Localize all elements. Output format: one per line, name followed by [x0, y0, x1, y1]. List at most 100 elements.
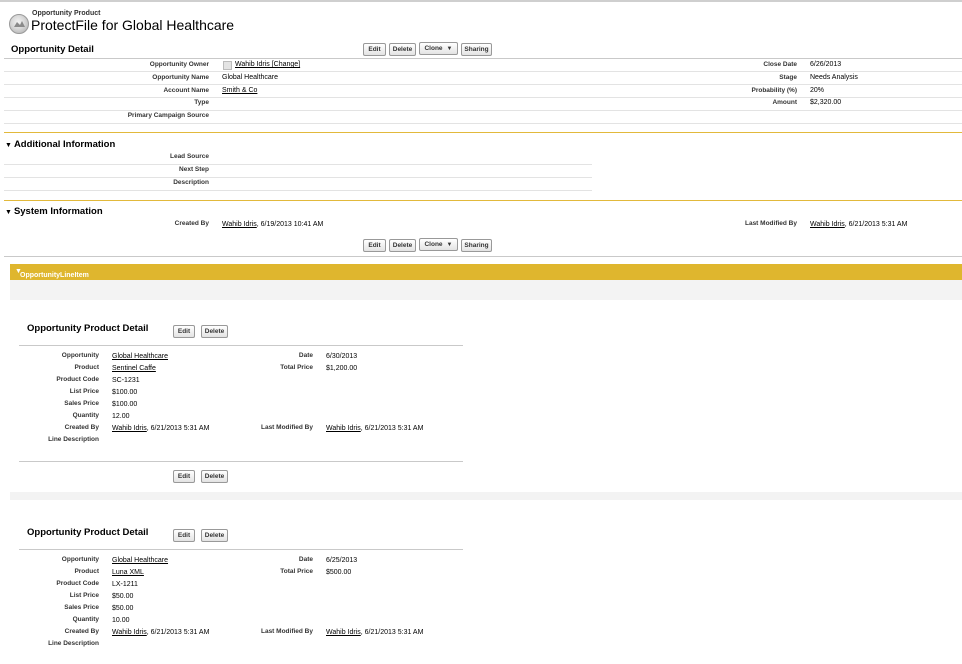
delete-button[interactable]: Delete — [201, 529, 228, 542]
total-price-label: Total Price — [280, 364, 313, 371]
row-divider — [4, 190, 592, 191]
quantity-label: Quantity — [72, 412, 99, 419]
list-price-value: $50.00 — [112, 593, 134, 600]
last-modified-by-value: Wahib Idris, 6/21/2013 5:31 AM — [326, 425, 423, 432]
owner-label: Opportunity Owner — [149, 61, 209, 68]
quantity-value: 12.00 — [112, 413, 130, 420]
date-label: Date — [298, 352, 313, 359]
system-information-header[interactable]: ▼ System Information — [5, 206, 103, 217]
edit-button[interactable]: Edit — [363, 43, 386, 56]
total-price-label: Total Price — [280, 568, 313, 575]
modified-by-date: , 6/21/2013 5:31 AM — [360, 629, 424, 636]
chevron-down-icon: ▼ — [446, 241, 453, 248]
opportunity-product-icon — [9, 14, 29, 34]
edit-button-bottom[interactable]: Edit — [173, 470, 195, 483]
sales-price-value: $50.00 — [112, 605, 134, 612]
sales-price-label: Sales Price — [64, 604, 99, 611]
delete-button[interactable]: Delete — [389, 43, 416, 56]
opportunity-product-detail-title: Opportunity Product Detail — [27, 527, 149, 538]
additional-information-title: Additional Information — [13, 139, 116, 150]
sharing-button[interactable]: Sharing — [461, 43, 492, 56]
modified-by-user-link[interactable]: Wahib Idris — [810, 221, 845, 228]
last-modified-by-label: Last Modified By — [260, 628, 313, 635]
quantity-label: Quantity — [72, 616, 99, 623]
product-code-value: LX-1211 — [112, 581, 138, 588]
delete-button-bottom[interactable]: Delete — [389, 239, 416, 252]
clone-label: Clone — [424, 45, 443, 52]
modified-by-user-link[interactable]: Wahib Idris — [326, 425, 361, 432]
product-link[interactable]: Sentinel Caffe — [112, 365, 156, 372]
additional-information-header[interactable]: ▼ Additional Information — [5, 139, 115, 150]
line-item-title-text: OpportunityLineItem — [20, 272, 89, 279]
sharing-button-bottom[interactable]: Sharing — [461, 239, 492, 252]
opportunity-label: Opportunity — [61, 556, 99, 563]
opportunity-name-value: Global Healthcare — [222, 74, 279, 81]
sales-price-label: Sales Price — [64, 400, 99, 407]
total-price-value: $500.00 — [326, 569, 352, 576]
description-label: Description — [173, 179, 209, 186]
user-avatar-icon — [223, 61, 232, 70]
edit-button[interactable]: Edit — [173, 529, 195, 542]
page-title: ProtectFile for Global Healthcare — [31, 17, 235, 33]
row-divider — [4, 164, 592, 165]
created-by-value: Wahib Idris, 6/21/2013 5:31 AM — [112, 629, 209, 636]
last-modified-by-label: Last Modified By — [260, 424, 313, 431]
type-label: Type — [194, 99, 209, 106]
divider — [19, 345, 463, 346]
clone-dropdown-bottom[interactable]: Clone ▼ — [419, 238, 458, 251]
total-price-value: $1,200.00 — [326, 365, 358, 372]
close-date-label: Close Date — [763, 61, 797, 68]
opportunity-product-detail-title: Opportunity Product Detail — [27, 323, 149, 334]
list-price-value: $100.00 — [112, 389, 138, 396]
created-by-user-link[interactable]: Wahib Idris — [112, 629, 147, 636]
opportunity-line-item-title: ▼ OpportunityLineItem — [15, 268, 89, 279]
product-label: Product — [74, 364, 99, 371]
row-divider — [4, 71, 962, 72]
last-modified-by-label: Last Modified By — [744, 220, 797, 227]
product-link[interactable]: Luna XML — [112, 569, 144, 576]
created-by-date: , 6/19/2013 10:41 AM — [256, 221, 324, 228]
created-by-user-link[interactable]: Wahib Idris — [222, 221, 257, 228]
last-modified-by-value: Wahib Idris, 6/21/2013 5:31 AM — [326, 629, 423, 636]
account-name-link[interactable]: Smith & Co — [222, 87, 257, 94]
list-price-label: List Price — [69, 388, 99, 395]
close-date-value: 6/26/2013 — [810, 61, 842, 68]
primary-campaign-source-label: Primary Campaign Source — [127, 112, 209, 119]
delete-button-bottom[interactable]: Delete — [201, 470, 228, 483]
edit-button-bottom[interactable]: Edit — [363, 239, 386, 252]
delete-button[interactable]: Delete — [201, 325, 228, 338]
top-border — [0, 0, 962, 2]
list-price-label: List Price — [69, 592, 99, 599]
row-divider — [4, 97, 962, 98]
probability-label: Probability (%) — [751, 87, 797, 94]
account-name-label: Account Name — [163, 87, 209, 94]
opportunity-name-label: Opportunity Name — [152, 74, 209, 81]
modified-by-user-link[interactable]: Wahib Idris — [326, 629, 361, 636]
owner-link[interactable]: Wahib Idris [Change] — [235, 61, 300, 68]
line-item-card-1 — [10, 300, 962, 492]
modified-by-date: , 6/21/2013 5:31 AM — [844, 221, 908, 228]
date-value: 6/30/2013 — [326, 353, 358, 360]
created-by-label: Created By — [64, 628, 99, 635]
chevron-down-icon: ▼ — [446, 45, 453, 52]
date-value: 6/25/2013 — [326, 557, 358, 564]
edit-button[interactable]: Edit — [173, 325, 195, 338]
clone-dropdown[interactable]: Clone ▼ — [419, 42, 458, 55]
system-information-title: System Information — [13, 206, 103, 217]
line-item-card-2 — [10, 500, 962, 664]
created-by-label: Created By — [174, 220, 209, 227]
opportunity-link[interactable]: Global Healthcare — [112, 353, 168, 360]
divider — [4, 58, 962, 59]
opportunity-link[interactable]: Global Healthcare — [112, 557, 168, 564]
product-code-value: SC-1231 — [112, 377, 140, 384]
opportunity-line-item-bar[interactable]: ▼ OpportunityLineItem — [10, 264, 962, 280]
section-rule — [4, 132, 962, 133]
created-by-label: Created By — [64, 424, 99, 431]
opportunity-label: Opportunity — [61, 352, 99, 359]
amount-value: $2,320.00 — [810, 99, 842, 106]
product-code-label: Product Code — [56, 580, 99, 587]
probability-value: 20% — [810, 87, 825, 94]
row-divider — [4, 84, 962, 85]
created-by-date: , 6/21/2013 5:31 AM — [146, 629, 210, 636]
created-by-user-link[interactable]: Wahib Idris — [112, 425, 147, 432]
